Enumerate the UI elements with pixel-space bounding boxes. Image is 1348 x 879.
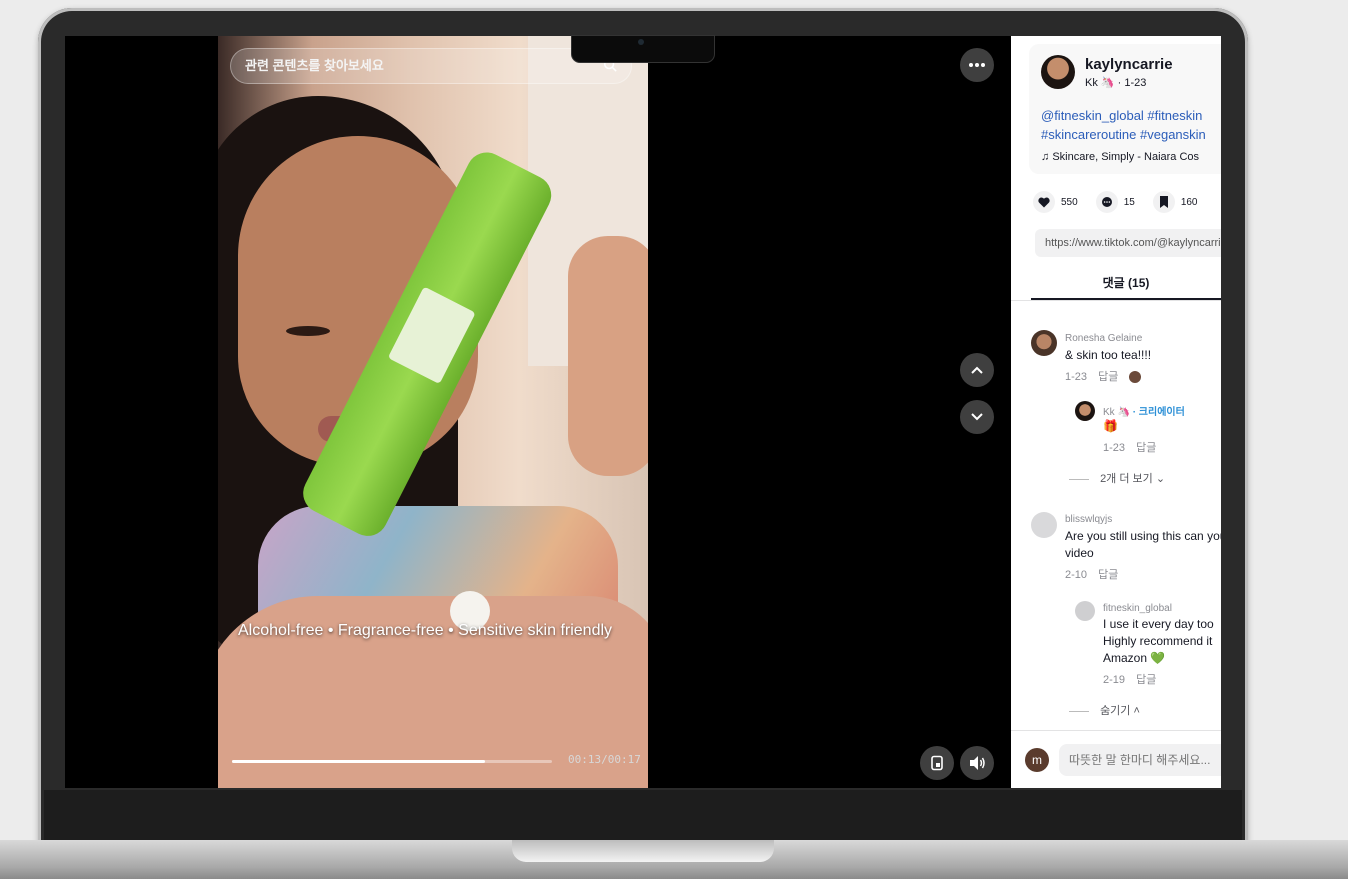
current-user-avatar[interactable]: m bbox=[1025, 748, 1049, 772]
comment-reply-item: Kk 🦄 · 크리에이터 🎁 1-23 답글 bbox=[1103, 403, 1185, 455]
comment-count: 15 bbox=[1123, 196, 1135, 208]
volume-icon bbox=[970, 756, 985, 770]
chevron-down-icon: ⌄ bbox=[1155, 473, 1166, 485]
video-hashtags[interactable]: @fitneskin_global #fitneskin #skincarero… bbox=[1041, 106, 1221, 144]
tab-divider bbox=[1011, 300, 1221, 301]
music-link[interactable]: ♫ Skincare, Simply - Naiara Cos bbox=[1041, 151, 1199, 163]
previous-video-button[interactable] bbox=[960, 353, 994, 387]
reply-button[interactable]: 답글 bbox=[1136, 442, 1156, 454]
share-url-field[interactable]: https://www.tiktok.com/@kaylyncarrie bbox=[1035, 229, 1221, 257]
commenter-avatar[interactable] bbox=[1075, 601, 1095, 621]
camera-icon bbox=[638, 39, 644, 45]
commenter-avatar[interactable] bbox=[1031, 330, 1057, 356]
comment-text-line: Are you still using this can you bbox=[1065, 529, 1221, 543]
video-caption: Alcohol-free • Fragrance-free • Sensitiv… bbox=[238, 622, 613, 639]
video-time: 00:13/00:17 bbox=[568, 753, 641, 766]
comment-text-line: Highly recommend it bbox=[1103, 634, 1213, 648]
screen: 관련 콘텐츠를 찾아보세요 Alcohol-free • Fragrance-f… bbox=[65, 36, 1221, 788]
hide-replies-button[interactable]: 숨기기 ˄ bbox=[1069, 702, 1140, 718]
commenter-name[interactable]: Kk 🦄 bbox=[1103, 407, 1130, 418]
comment-date: 1-23 bbox=[1103, 442, 1126, 454]
comment-item: Ronesha Gelaine & skin too tea!!!! 1-23 … bbox=[1065, 333, 1151, 384]
creator-badge: · 크리에이터 bbox=[1132, 407, 1185, 418]
video-progress-fill bbox=[232, 760, 485, 763]
commenter-name[interactable]: Ronesha Gelaine bbox=[1065, 333, 1151, 344]
hide-label: 숨기기 bbox=[1100, 705, 1131, 717]
music-note-icon: ♫ bbox=[1041, 151, 1050, 163]
video-player[interactable]: 관련 콘텐츠를 찾아보세요 Alcohol-free • Fragrance-f… bbox=[218, 36, 648, 788]
creator-liked-icon bbox=[1129, 371, 1142, 384]
comment-text-line: I use it every day too bbox=[1103, 617, 1214, 631]
comment-date: 2-10 bbox=[1065, 569, 1088, 581]
reply-button[interactable]: 답글 bbox=[1098, 569, 1118, 581]
comment-button[interactable]: 15 bbox=[1095, 190, 1135, 214]
comment-input[interactable] bbox=[1059, 744, 1221, 776]
comment-date: 2-19 bbox=[1103, 674, 1126, 686]
comment-meta: 2-10 답글 bbox=[1065, 566, 1221, 582]
video-frame-tube-label bbox=[387, 286, 476, 385]
stats-bar: 550 15 160 bbox=[1033, 190, 1216, 214]
view-more-label: 2개 더 보기 bbox=[1100, 473, 1153, 485]
video-frame-eye bbox=[286, 326, 330, 336]
like-button[interactable]: 550 bbox=[1033, 190, 1078, 214]
save-count: 160 bbox=[1180, 196, 1198, 208]
comment-meta: 2-19 답글 bbox=[1103, 671, 1214, 687]
like-count: 550 bbox=[1061, 196, 1078, 208]
laptop-bezel bbox=[44, 790, 1242, 842]
comment-item: blisswlqyjs Are you still using this can… bbox=[1065, 514, 1221, 582]
search-placeholder: 관련 콘텐츠를 찾아보세요 bbox=[245, 58, 384, 73]
comment-date: 1-23 bbox=[1065, 371, 1088, 383]
tab-comments[interactable]: 댓글 (15) bbox=[1031, 274, 1221, 300]
comment-meta: 1-23 답글 bbox=[1065, 368, 1151, 384]
camera-notch bbox=[572, 36, 714, 62]
chevron-down-icon bbox=[971, 413, 983, 421]
hashtags-line[interactable]: @fitneskin_global #fitneskin bbox=[1041, 106, 1221, 125]
volume-button[interactable] bbox=[960, 746, 994, 780]
view-more-replies-button[interactable]: 2개 더 보기 ⌄ bbox=[1069, 470, 1165, 486]
description-card: kaylyncarrie Kk 🦄 · 1-23 @fitneskin_glob… bbox=[1029, 44, 1221, 174]
comment-text-line: video bbox=[1065, 546, 1094, 560]
mini-player-button[interactable] bbox=[920, 746, 954, 780]
laptop-opening-notch bbox=[512, 840, 774, 862]
comment-meta: 1-23 답글 bbox=[1103, 439, 1185, 455]
commenter-name[interactable]: blisswlqyjs bbox=[1065, 514, 1221, 525]
author-avatar[interactable] bbox=[1041, 55, 1075, 89]
picture-in-picture-icon bbox=[931, 755, 943, 771]
commenter-name[interactable]: fitneskin_global bbox=[1103, 603, 1214, 614]
input-divider bbox=[1011, 730, 1221, 731]
bookmark-icon bbox=[1152, 191, 1175, 213]
next-video-button[interactable] bbox=[960, 400, 994, 434]
chevron-up-icon bbox=[971, 366, 983, 374]
chevron-up-icon: ˄ bbox=[1133, 705, 1140, 717]
video-frame-hand bbox=[568, 236, 648, 476]
comment-text: 🎁 bbox=[1103, 419, 1118, 433]
music-title[interactable]: Skincare, Simply - Naiara Cos bbox=[1052, 151, 1199, 163]
author-nickname-date: Kk 🦄 · 1-23 bbox=[1085, 77, 1147, 89]
commenter-avatar[interactable] bbox=[1075, 401, 1095, 421]
commenter-name-row: Kk 🦄 · 크리에이터 bbox=[1103, 403, 1185, 418]
heart-icon bbox=[1033, 191, 1055, 213]
more-options-button[interactable] bbox=[960, 48, 994, 82]
reply-button[interactable]: 답글 bbox=[1136, 674, 1156, 686]
author-username[interactable]: kaylyncarrie bbox=[1085, 56, 1173, 73]
hashtags-line[interactable]: #skincareroutine #veganskin bbox=[1041, 125, 1221, 144]
details-panel: kaylyncarrie Kk 🦄 · 1-23 @fitneskin_glob… bbox=[1011, 36, 1221, 788]
comment-text: & skin too tea!!!! bbox=[1065, 348, 1152, 362]
reply-button[interactable]: 답글 bbox=[1098, 371, 1118, 383]
comment-icon bbox=[1095, 191, 1118, 213]
more-dots-icon bbox=[969, 63, 985, 67]
commenter-avatar[interactable] bbox=[1031, 512, 1057, 538]
comment-text-line: Amazon 💚 bbox=[1103, 651, 1166, 665]
save-button[interactable]: 160 bbox=[1152, 190, 1198, 214]
comment-reply-item: fitneskin_global I use it every day too … bbox=[1103, 603, 1214, 687]
video-progress-bar[interactable] bbox=[232, 760, 552, 763]
